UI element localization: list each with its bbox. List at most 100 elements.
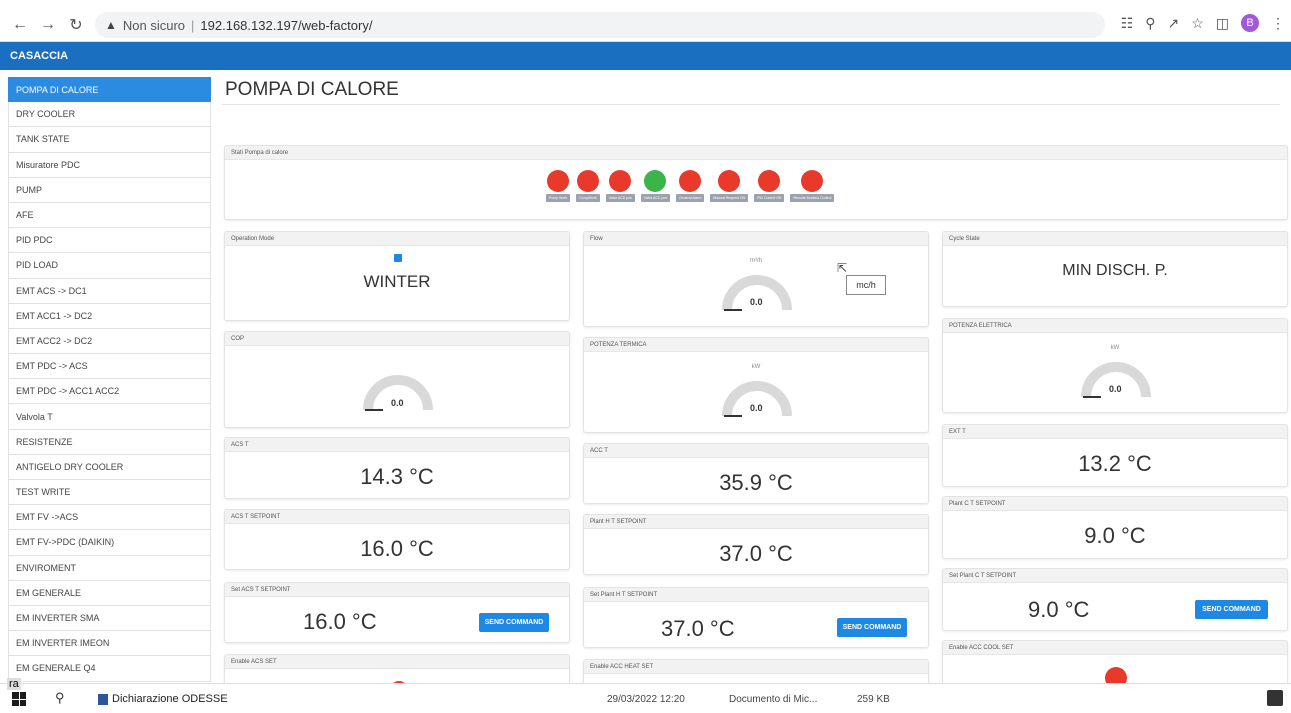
profile-avatar[interactable]: B	[1241, 14, 1259, 32]
state-led-item: PID Control ON	[754, 170, 785, 202]
flow-title: Flow	[584, 232, 928, 246]
sidebar-item[interactable]: EM INVERTER IMEON	[8, 631, 211, 657]
sidebar-item[interactable]: DRY COOLER	[8, 102, 211, 128]
sidebar-item[interactable]: AFE	[8, 202, 211, 229]
sidebar-item[interactable]: EMT ACC1 -> DC2	[8, 303, 211, 329]
sidebar-item[interactable]: EMT FV ->ACS	[8, 505, 211, 531]
set-acs-t-setpoint-title: Set ACS T SETPOINT	[225, 583, 569, 597]
sidebar-item[interactable]: Valvola T	[8, 404, 211, 430]
share-icon[interactable]: ↗	[1167, 15, 1179, 32]
file-name: Dichiarazione ODESSE	[112, 693, 228, 705]
status-led	[758, 170, 781, 192]
back-icon[interactable]: ←	[6, 16, 34, 34]
plant-h-t-setpoint-title: Plant H T SETPOINT	[584, 515, 928, 529]
potenza-elettrica-card: POTENZA ELETTRICA kW 0.0	[942, 318, 1288, 413]
sidebar-item[interactable]: Misuratore PDC	[8, 152, 211, 178]
file-row[interactable]: Dichiarazione ODESSE	[98, 693, 228, 705]
set-acs-t-setpoint-value[interactable]: 16.0 °C	[303, 609, 377, 635]
ext-t-value: 13.2 °C	[1078, 451, 1152, 476]
overlay-tag: ra	[7, 678, 21, 690]
page-title: POMPA DI CALORE	[225, 79, 399, 100]
word-doc-icon	[98, 693, 108, 705]
bookmark-star-icon[interactable]: ☆	[1191, 15, 1204, 32]
plant-c-t-setpoint-title: Plant C T SETPOINT	[943, 497, 1287, 511]
potenza-termica-card: POTENZA TERMICA kW 0.0	[583, 337, 929, 433]
acs-t-title: ACS T	[225, 438, 569, 452]
states-card-title: Stati Pompa di calore	[225, 146, 1287, 160]
set-plant-h-t-setpoint-value[interactable]: 37.0 °C	[661, 616, 735, 642]
sidebar-item[interactable]: PID LOAD	[8, 253, 211, 279]
sidebar-item[interactable]: EM INVERTER SMA	[8, 605, 211, 632]
enable-acc-cool-set-title: Enable ACC COOL SET	[943, 641, 1287, 655]
notification-icon[interactable]	[1267, 690, 1283, 706]
state-led-item: Valve ACC pos	[640, 170, 671, 202]
acs-t-setpoint-value: 16.0 °C	[360, 536, 434, 561]
url-text[interactable]: 192.168.132.197/web-factory/	[200, 18, 372, 33]
file-date: 29/03/2022 12:20	[607, 694, 685, 705]
operation-mode-card: Operation Mode WINTER	[224, 231, 570, 321]
menu-icon[interactable]: ⋮	[1271, 15, 1285, 32]
browser-actions: ☷ ⚲ ↗ ☆ ◫ B ⋮	[1121, 14, 1285, 32]
ext-t-card: EXT T 13.2 °C	[942, 424, 1288, 487]
address-bar[interactable]: ▲ Non sicuro | 192.168.132.197/web-facto…	[95, 12, 1105, 38]
state-led-item: Manual Request ON	[710, 170, 749, 202]
mouse-cursor-icon: ⇱	[837, 261, 848, 275]
status-led-label: Manual Request ON	[710, 194, 749, 202]
address-separator: |	[191, 17, 195, 33]
cop-card: COP 0.0	[224, 331, 570, 428]
set-acs-t-setpoint-card: Set ACS T SETPOINT 16.0 °C SEND COMMAND	[224, 582, 570, 643]
status-led	[576, 170, 599, 192]
taskbar: ⚲ Dichiarazione ODESSE 29/03/2022 12:20 …	[0, 683, 1291, 713]
state-led-item: Valve ACS pos	[605, 170, 635, 202]
status-led-label: Valve ACC pos	[640, 194, 671, 202]
side-panel-icon[interactable]: ◫	[1216, 15, 1229, 32]
set-plant-c-t-setpoint-value[interactable]: 9.0 °C	[1028, 597, 1089, 623]
zoom-icon[interactable]: ⚲	[1145, 15, 1155, 32]
set-plant-c-t-setpoint-title: Set Plant C T SETPOINT	[943, 569, 1287, 583]
send-command-button[interactable]: SEND COMMAND	[837, 618, 907, 637]
reload-icon[interactable]: ↻	[62, 15, 90, 35]
plant-h-t-setpoint-value: 37.0 °C	[719, 541, 793, 566]
title-divider	[222, 104, 1280, 105]
sidebar-item[interactable]: EMT PDC -> ACC1 ACC2	[8, 379, 211, 405]
acs-t-value: 14.3 °C	[360, 464, 434, 489]
state-led-item: CompWork	[576, 170, 600, 202]
search-icon[interactable]: ⚲	[55, 690, 65, 706]
windows-start-icon[interactable]	[12, 692, 26, 706]
sidebar-item[interactable]: EMT FV->PDC (DAIKIN)	[8, 530, 211, 556]
potenza-termica-value: 0.0	[750, 403, 763, 413]
warning-icon: ▲	[105, 18, 117, 32]
sidebar-item[interactable]: ENVIROMENT	[8, 555, 211, 581]
sidebar-item[interactable]: EM GENERALE Q4	[8, 656, 211, 682]
sidebar-item[interactable]: TANK STATE	[8, 127, 211, 153]
forward-icon[interactable]: →	[34, 16, 62, 34]
status-led-label: CompWork	[576, 194, 600, 202]
status-led	[547, 170, 570, 192]
flow-unit: m³/h	[750, 258, 762, 264]
status-led-label: Pump Work	[546, 194, 571, 202]
app-header: CASACCIA	[0, 42, 1291, 70]
sidebar-item[interactable]: PUMP	[8, 177, 211, 203]
sidebar-item[interactable]: ANTIGELO DRY COOLER	[8, 454, 211, 480]
sidebar-item[interactable]: EM GENERALE	[8, 580, 211, 606]
sidebar-item[interactable]: TEST WRITE	[8, 480, 211, 506]
plant-c-t-setpoint-card: Plant C T SETPOINT 9.0 °C	[942, 496, 1288, 559]
send-command-button[interactable]: SEND COMMAND	[1195, 600, 1268, 619]
translate-icon[interactable]: ☷	[1121, 15, 1134, 32]
plant-c-t-setpoint-value: 9.0 °C	[1084, 523, 1146, 548]
sidebar-item[interactable]: EMT ACC2 -> DC2	[8, 328, 211, 355]
acs-t-card: ACS T 14.3 °C	[224, 437, 570, 499]
operation-mode-value: WINTER	[363, 272, 431, 291]
status-led	[609, 170, 632, 192]
file-type: Documento di Mic...	[729, 694, 818, 705]
send-command-button[interactable]: SEND COMMAND	[479, 613, 549, 632]
flow-value: 0.0	[750, 297, 763, 307]
status-led-label: PID Control ON	[754, 194, 785, 202]
sidebar-item[interactable]: EMT PDC -> ACS	[8, 354, 211, 380]
sidebar-item[interactable]: EMT ACS -> DC1	[8, 278, 211, 304]
status-led-label: Remote Modbus Control	[790, 194, 835, 202]
sidebar-item[interactable]: PID PDC	[8, 228, 211, 254]
sidebar-item[interactable]: RESISTENZE	[8, 429, 211, 455]
sidebar-item[interactable]: POMPA DI CALORE	[8, 77, 211, 103]
acc-t-card: ACC T 35.9 °C	[583, 443, 929, 504]
